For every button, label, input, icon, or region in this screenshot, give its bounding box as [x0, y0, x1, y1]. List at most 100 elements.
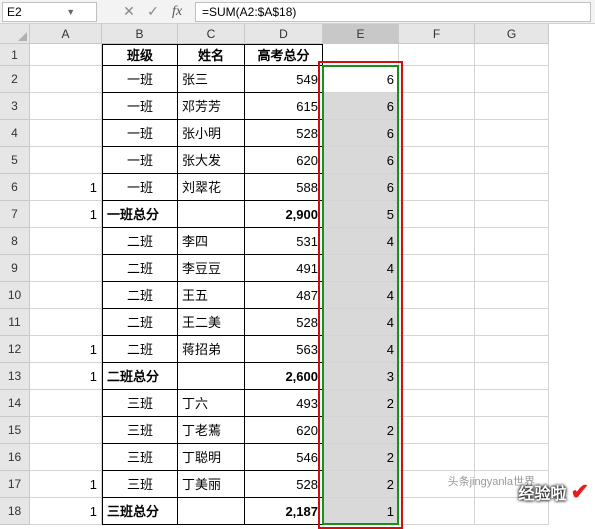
row-header-14[interactable]: 14 [0, 390, 30, 417]
cell-D7[interactable]: 2,900 [245, 201, 323, 228]
cell-C12[interactable]: 蒋招弟 [178, 336, 245, 363]
cell-A8[interactable] [30, 228, 102, 255]
cell-B17[interactable]: 三班 [102, 471, 178, 498]
cell-B11[interactable]: 二班 [102, 309, 178, 336]
cell-C6[interactable]: 刘翠花 [178, 174, 245, 201]
cell-E16[interactable]: 2 [323, 444, 399, 471]
cell-A14[interactable] [30, 390, 102, 417]
cell-G9[interactable] [475, 255, 549, 282]
cell-F9[interactable] [399, 255, 475, 282]
row-header-17[interactable]: 17 [0, 471, 30, 498]
cell-C1[interactable]: 姓名 [178, 44, 245, 66]
cell-A10[interactable] [30, 282, 102, 309]
cell-A18[interactable]: 1 [30, 498, 102, 525]
cell-F8[interactable] [399, 228, 475, 255]
cell-G4[interactable] [475, 120, 549, 147]
cell-D3[interactable]: 615 [245, 93, 323, 120]
cell-D16[interactable]: 546 [245, 444, 323, 471]
cell-G15[interactable] [475, 417, 549, 444]
cell-C8[interactable]: 李四 [178, 228, 245, 255]
row-header-10[interactable]: 10 [0, 282, 30, 309]
cell-A5[interactable] [30, 147, 102, 174]
cell-A7[interactable]: 1 [30, 201, 102, 228]
cell-A1[interactable] [30, 44, 102, 66]
cell-A3[interactable] [30, 93, 102, 120]
cell-D8[interactable]: 531 [245, 228, 323, 255]
cell-E8[interactable]: 4 [323, 228, 399, 255]
cell-G8[interactable] [475, 228, 549, 255]
cell-D1[interactable]: 高考总分 [245, 44, 323, 66]
cell-E11[interactable]: 4 [323, 309, 399, 336]
cell-E12[interactable]: 4 [323, 336, 399, 363]
cell-B10[interactable]: 二班 [102, 282, 178, 309]
cell-A9[interactable] [30, 255, 102, 282]
cell-F13[interactable] [399, 363, 475, 390]
cell-C5[interactable]: 张大发 [178, 147, 245, 174]
cell-A4[interactable] [30, 120, 102, 147]
cell-B13[interactable]: 二班总分 [102, 363, 178, 390]
cell-A6[interactable]: 1 [30, 174, 102, 201]
cell-G2[interactable] [475, 66, 549, 93]
cell-G16[interactable] [475, 444, 549, 471]
cell-A15[interactable] [30, 417, 102, 444]
cell-E9[interactable]: 4 [323, 255, 399, 282]
row-header-6[interactable]: 6 [0, 174, 30, 201]
cell-E13[interactable]: 3 [323, 363, 399, 390]
row-header-15[interactable]: 15 [0, 417, 30, 444]
cell-C11[interactable]: 王二美 [178, 309, 245, 336]
row-header-18[interactable]: 18 [0, 498, 30, 525]
cell-E14[interactable]: 2 [323, 390, 399, 417]
row-header-4[interactable]: 4 [0, 120, 30, 147]
spreadsheet-grid[interactable]: ABCDEFG1班级姓名高考总分2一班张三54963一班邓芳芳61564一班张小… [0, 24, 595, 525]
enter-icon[interactable]: ✓ [141, 3, 165, 20]
cell-G5[interactable] [475, 147, 549, 174]
cell-C7[interactable] [178, 201, 245, 228]
cell-D15[interactable]: 620 [245, 417, 323, 444]
cell-B6[interactable]: 一班 [102, 174, 178, 201]
cell-C3[interactable]: 邓芳芳 [178, 93, 245, 120]
cell-C18[interactable] [178, 498, 245, 525]
cell-A11[interactable] [30, 309, 102, 336]
col-header-E[interactable]: E [323, 24, 399, 44]
cell-F12[interactable] [399, 336, 475, 363]
cell-B2[interactable]: 一班 [102, 66, 178, 93]
cell-C9[interactable]: 李豆豆 [178, 255, 245, 282]
cell-D13[interactable]: 2,600 [245, 363, 323, 390]
cell-B14[interactable]: 三班 [102, 390, 178, 417]
col-header-A[interactable]: A [30, 24, 102, 44]
cell-C15[interactable]: 丁老蔫 [178, 417, 245, 444]
select-all-corner[interactable] [0, 24, 30, 44]
row-header-5[interactable]: 5 [0, 147, 30, 174]
cell-G10[interactable] [475, 282, 549, 309]
col-header-D[interactable]: D [245, 24, 323, 44]
cell-C4[interactable]: 张小明 [178, 120, 245, 147]
cell-C14[interactable]: 丁六 [178, 390, 245, 417]
cell-D4[interactable]: 528 [245, 120, 323, 147]
row-header-1[interactable]: 1 [0, 44, 30, 66]
cell-C16[interactable]: 丁聪明 [178, 444, 245, 471]
cell-G6[interactable] [475, 174, 549, 201]
col-header-G[interactable]: G [475, 24, 549, 44]
cell-B7[interactable]: 一班总分 [102, 201, 178, 228]
cell-C13[interactable] [178, 363, 245, 390]
row-header-12[interactable]: 12 [0, 336, 30, 363]
cell-E1[interactable] [323, 44, 399, 66]
cell-E17[interactable]: 2 [323, 471, 399, 498]
cell-G14[interactable] [475, 390, 549, 417]
cell-F18[interactable] [399, 498, 475, 525]
cell-F1[interactable] [399, 44, 475, 66]
cell-B9[interactable]: 二班 [102, 255, 178, 282]
cell-D14[interactable]: 493 [245, 390, 323, 417]
cell-F3[interactable] [399, 93, 475, 120]
col-header-C[interactable]: C [178, 24, 245, 44]
cell-D11[interactable]: 528 [245, 309, 323, 336]
cell-B16[interactable]: 三班 [102, 444, 178, 471]
name-box[interactable]: E2 ▼ [2, 2, 97, 22]
cell-E3[interactable]: 6 [323, 93, 399, 120]
cell-D17[interactable]: 528 [245, 471, 323, 498]
cell-E4[interactable]: 6 [323, 120, 399, 147]
cell-D18[interactable]: 2,187 [245, 498, 323, 525]
cell-B3[interactable]: 一班 [102, 93, 178, 120]
cell-B18[interactable]: 三班总分 [102, 498, 178, 525]
cell-E2[interactable]: 6 [323, 66, 399, 93]
